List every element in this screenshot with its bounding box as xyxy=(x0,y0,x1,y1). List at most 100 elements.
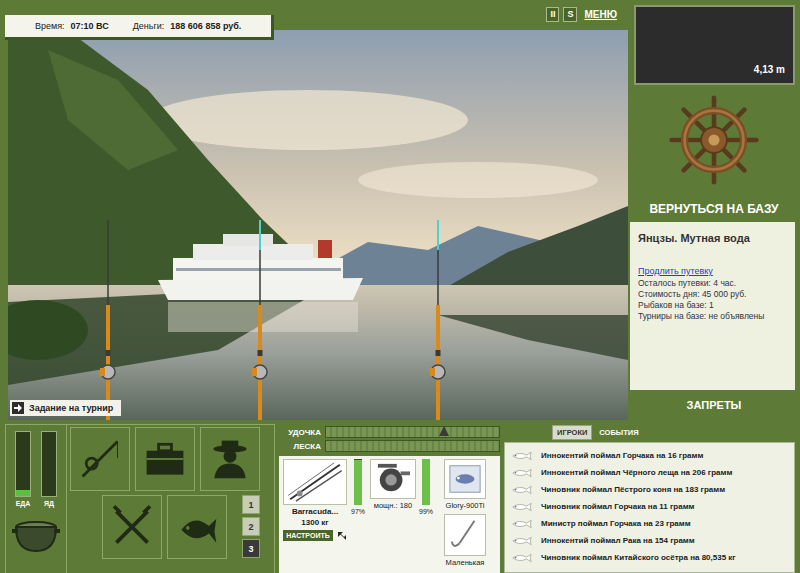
fish-icon xyxy=(511,553,533,563)
fishing-scene[interactable]: Задание на турнир xyxy=(8,30,628,420)
reel-wear: 99% xyxy=(418,459,434,570)
arrow-icon xyxy=(12,402,24,414)
landscape-photo xyxy=(8,30,628,420)
info-line: Турниры на базе: не объявлены xyxy=(638,311,787,322)
time-value: 07:10 ВС xyxy=(71,21,109,31)
tackle-box-tile[interactable] xyxy=(135,427,195,491)
rod-wear-fill xyxy=(354,460,362,505)
lure-icon xyxy=(446,462,484,496)
tournament-task-button[interactable]: Задание на турнир xyxy=(10,400,121,416)
log-text: Чиновник поймал Пёстрого коня на 183 гра… xyxy=(541,485,725,494)
rod-wear: 97% xyxy=(350,459,366,570)
lure-name: Glory-900Ti xyxy=(446,501,485,510)
fishing-rod-icon[interactable] xyxy=(428,220,448,420)
ship-wheel-icon[interactable] xyxy=(668,94,760,186)
character-section: ЕДАЯД 1 2 3 xyxy=(5,424,275,573)
gear-panel: Barracuda...1300 кгНАСТРОИТЬ97%мощн.: 18… xyxy=(279,456,500,573)
rods-tile[interactable] xyxy=(70,427,130,491)
cauldron-icon[interactable] xyxy=(11,515,61,555)
base-info-panel: Янцзы. Мутная вода Продлить путевку Остало… xyxy=(630,222,795,390)
hook-icon xyxy=(446,517,484,553)
hook-name: Маленькая xyxy=(446,558,485,567)
money-label: Деньги: xyxy=(133,21,165,31)
status-bar: Время: 07:10 ВС Деньги: 188 606 858 руб. xyxy=(5,15,274,40)
fish-icon xyxy=(511,519,533,529)
right-panel: 4,13 mВЕРНУТЬСЯ НА БАЗУЯнцзы. Мутная вод… xyxy=(628,0,800,420)
slot-button[interactable]: 2 xyxy=(242,517,260,536)
fish-icon xyxy=(511,451,533,461)
tile-row xyxy=(70,427,271,491)
reel-wear-fill xyxy=(422,459,430,505)
rod-capacity: 1300 кг xyxy=(301,518,328,527)
fisherman-tile[interactable] xyxy=(200,427,260,491)
action-tiles: 1 2 3 xyxy=(67,425,274,573)
fisherman-icon xyxy=(207,436,253,482)
meter-fill xyxy=(16,490,30,496)
log-text: Чиновник поймал Китайского осётра на 80,… xyxy=(541,553,736,562)
bans-button[interactable]: ЗАПРЕТЫ xyxy=(628,390,800,420)
catch-tile[interactable] xyxy=(167,495,227,559)
top-buttons: II S МЕНЮ xyxy=(546,7,620,22)
time-label: Время: xyxy=(35,21,65,31)
hook-slot[interactable] xyxy=(444,514,486,556)
rod-slot[interactable] xyxy=(283,459,347,505)
tune-button[interactable]: НАСТРОИТЬ xyxy=(283,530,346,541)
tension-label: ЛЕСКА xyxy=(279,442,321,451)
fish-icon xyxy=(511,485,533,495)
reel-info: мощн.: 180 xyxy=(370,459,416,570)
meter-label: ЕДА xyxy=(16,500,31,507)
reel-wear-bar xyxy=(422,459,430,505)
top-button[interactable]: II xyxy=(546,7,559,22)
rod-info: Barracuda... 1300 кг НАСТРОИТЬ xyxy=(282,459,348,570)
rod-card: Barracuda... 1300 кг НАСТРОИТЬ 97% xyxy=(282,459,366,570)
reel-icon xyxy=(372,462,414,496)
log-entry: Иннокентий поймал Горчака на 16 грамм xyxy=(511,447,788,464)
wheel-area[interactable] xyxy=(628,85,800,195)
top-button[interactable]: МЕНЮ xyxy=(581,7,620,22)
meter-track xyxy=(41,431,57,497)
tension-track xyxy=(325,426,500,438)
rod-name: Barracuda... xyxy=(292,507,338,516)
top-button[interactable]: S xyxy=(563,7,577,22)
fishing-rod-icon[interactable] xyxy=(98,220,118,420)
log-entry: Министр поймал Горчака на 23 грамм xyxy=(511,515,788,532)
log-tabs: ИГРОКИСОБЫТИЯ xyxy=(504,424,795,442)
location-title: Янцзы. Мутная вода xyxy=(638,232,787,244)
money-value: 188 606 858 руб. xyxy=(170,21,241,31)
reel-card: мощн.: 180 99% xyxy=(370,459,434,570)
slot-buttons: 1 2 3 xyxy=(242,495,260,559)
tension-label: УДОЧКА xyxy=(279,428,321,437)
reel-slot[interactable] xyxy=(370,459,416,499)
slot-button[interactable]: 1 xyxy=(242,495,260,514)
log-text: Иннокентий поймал Чёрного леща на 206 гр… xyxy=(541,468,732,477)
fish-icon xyxy=(511,468,533,478)
tension-row: ЛЕСКА xyxy=(279,440,500,452)
fishing-rod-icon[interactable] xyxy=(250,220,270,420)
log-list: Иннокентий поймал Горчака на 16 грамм Инн… xyxy=(504,442,795,573)
log-section: ИГРОКИСОБЫТИЯИннокентий поймал Горчака н… xyxy=(504,424,795,573)
extend-trip-link[interactable]: Продлить путевку xyxy=(638,266,787,276)
meters: ЕДАЯД xyxy=(6,425,67,573)
bait-column: Glory-900Ti Маленькая xyxy=(438,459,492,570)
reel-power: мощн.: 180 xyxy=(374,501,412,510)
rod-icon xyxy=(286,461,344,503)
tension-row: УДОЧКА xyxy=(279,426,500,438)
slot-button[interactable]: 3 xyxy=(242,539,260,558)
food-tile[interactable] xyxy=(102,495,162,559)
top-strip: Время: 07:10 ВС Деньги: 188 606 858 руб. II S… xyxy=(0,0,628,30)
log-tab[interactable]: ИГРОКИ xyxy=(552,425,592,440)
info-line: Осталось путевки: 4 час. xyxy=(638,278,787,289)
depth-value: 4,13 m xyxy=(754,64,785,75)
log-entry: Чиновник поймал Китайского осётра на 80,… xyxy=(511,549,788,566)
tune-label: НАСТРОИТЬ xyxy=(283,530,332,541)
fish-icon xyxy=(511,536,533,546)
fish-icon xyxy=(174,504,220,550)
return-to-base-button[interactable]: ВЕРНУТЬСЯ НА БАЗУ xyxy=(628,195,800,222)
bottom-panel: ЕДАЯД 1 2 3 УДОЧКА ЛЕСКА Barracuda... 1300 кг НА… xyxy=(0,420,800,573)
log-text: Иннокентий поймал Рака на 154 грамм xyxy=(541,536,695,545)
log-text: Иннокентий поймал Горчака на 16 грамм xyxy=(541,451,703,460)
info-line: Стоимость дня: 45 000 руб. xyxy=(638,289,787,300)
log-tab[interactable]: СОБЫТИЯ xyxy=(594,425,643,440)
lure-slot[interactable] xyxy=(444,459,486,499)
log-text: Чиновник поймал Горчака на 11 грамм xyxy=(541,502,695,511)
